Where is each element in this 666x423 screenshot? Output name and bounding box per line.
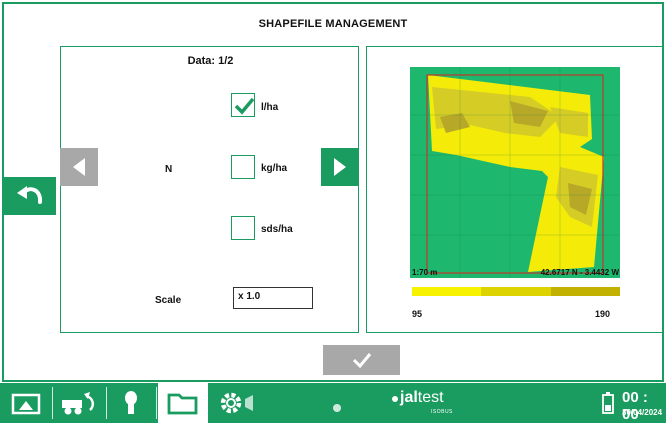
clock-time: 00 : 00 (622, 389, 648, 423)
legend-bar (412, 287, 620, 296)
brand-logo: jal test (392, 389, 444, 407)
scale-input[interactable]: x 1.0 (233, 287, 313, 309)
data-panel: Data: 1/2 l/ha N kg/ha sds/ha Scale x 1.… (60, 46, 359, 333)
next-data-button[interactable] (321, 148, 359, 186)
map-scale-text: 1:70 m (412, 268, 438, 277)
arrow-right-icon (334, 158, 346, 176)
confirm-button[interactable] (323, 345, 400, 375)
unit-label-lha: l/ha (261, 102, 279, 113)
legend-swatch-high (550, 287, 620, 296)
unit-checkbox-kgha[interactable] (231, 155, 255, 179)
taskbar-settings[interactable] (212, 383, 262, 423)
field-map[interactable] (410, 67, 620, 278)
taskbar-sensor[interactable] (110, 383, 152, 423)
legend-swatch-low (412, 287, 482, 296)
unit-label-kgha: kg/ha (261, 163, 288, 174)
arrow-left-icon (73, 158, 85, 176)
legend-min-value: 95 (412, 309, 423, 319)
page-title: SHAPEFILE MANAGEMENT (258, 18, 408, 30)
settings-icon (220, 392, 253, 414)
page-indicator-dot (333, 404, 341, 412)
battery-icon (602, 392, 614, 419)
nutrient-label: N (165, 164, 173, 175)
scale-label: Scale (155, 295, 182, 306)
sensor-icon (125, 391, 137, 414)
taskbar-sprayer[interactable] (56, 383, 102, 423)
monitor-icon (11, 393, 41, 415)
legend-swatch-mid (481, 287, 551, 296)
brand-logo-dot (392, 396, 398, 402)
taskbar-separator (156, 387, 157, 419)
undo-arrow-icon (17, 186, 43, 204)
taskbar-monitor[interactable] (4, 383, 48, 423)
sprayer-icon (62, 392, 95, 415)
map-coordinates: 42.6717 N - 3.4432 W (540, 268, 619, 277)
checkmark-icon (352, 353, 371, 368)
taskbar-separator (106, 387, 107, 419)
data-index-label: Data: 1/2 (187, 55, 234, 67)
taskbar-folder[interactable] (158, 383, 208, 423)
map-info: 1:70 m 42.6717 N - 3.4432 W (412, 268, 619, 277)
taskbar-separator (52, 387, 53, 419)
brand-logo-sub: test (417, 389, 444, 406)
map-panel: 1:70 m 42.6717 N - 3.4432 W 95 190 (366, 46, 663, 333)
unit-checkbox-lha[interactable] (231, 93, 255, 117)
brand-isobus-tag: ISOBUS (431, 409, 453, 415)
brand-logo-main: jal (400, 389, 418, 406)
clock-date: 30/04/2024 (622, 408, 663, 417)
checkmark-icon (234, 97, 255, 115)
taskbar: jal test ISOBUS 00 : 00 30/04/2024 (0, 383, 666, 423)
previous-data-button[interactable] (60, 148, 98, 186)
unit-checkbox-sdsha[interactable] (231, 216, 255, 240)
legend-max-value: 190 (595, 309, 611, 319)
folder-icon (167, 393, 198, 415)
unit-label-sdsha: sds/ha (261, 224, 293, 235)
back-button[interactable] (4, 177, 56, 215)
